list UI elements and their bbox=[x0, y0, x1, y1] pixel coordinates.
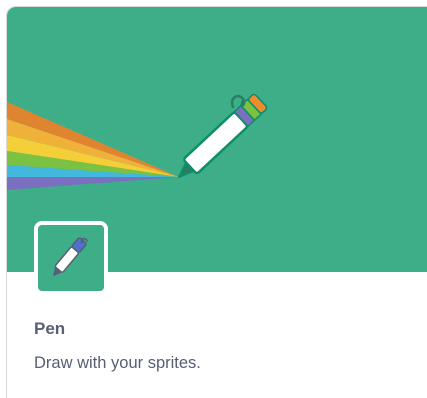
extension-description: Draw with your sprites. bbox=[34, 354, 201, 372]
pen-extension-card[interactable]: Pen Draw with your sprites. bbox=[6, 6, 427, 398]
pen-icon bbox=[34, 221, 108, 295]
extension-title: Pen bbox=[34, 319, 66, 338]
